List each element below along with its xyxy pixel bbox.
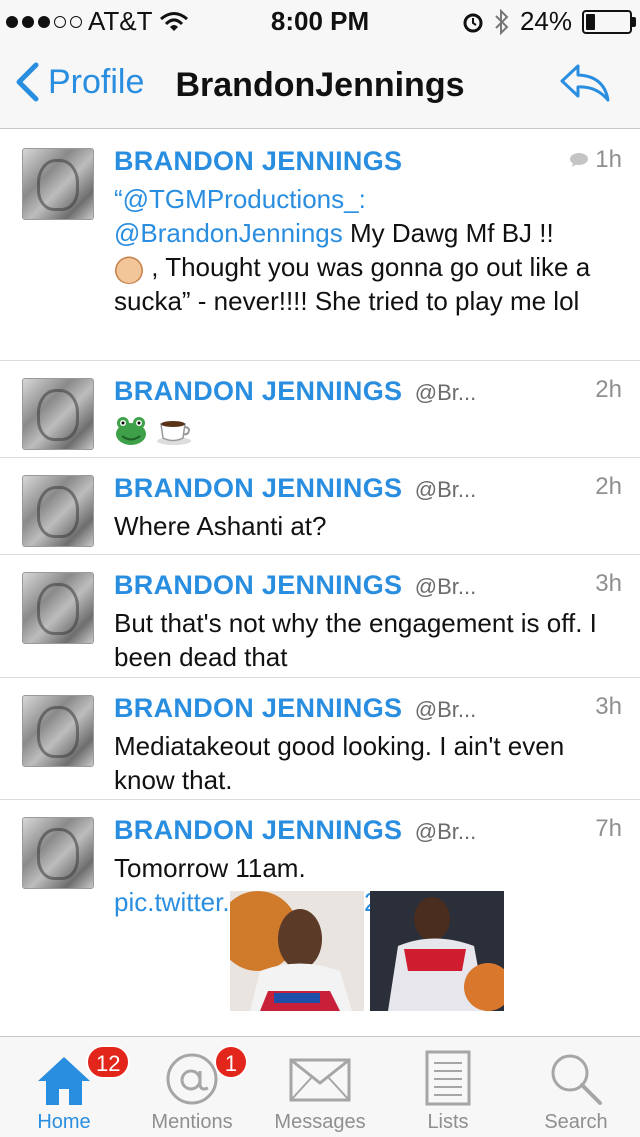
- author-handle: @Br...: [414, 574, 477, 599]
- tweet-text-segment: Tomorrow 11am.: [114, 853, 306, 883]
- coffee-emoji: [157, 421, 192, 446]
- tweet-text: Tomorrow 11am. pic.twitter.com/uSrVQ2s54…: [114, 851, 616, 919]
- lists-icon: [425, 1050, 471, 1106]
- bluetooth-icon: [495, 8, 509, 35]
- mentions-at-icon: [166, 1053, 218, 1105]
- tweet-time: 3h: [595, 693, 622, 720]
- avatar[interactable]: [22, 148, 94, 220]
- media-photo[interactable]: [230, 891, 364, 1011]
- tweet-row[interactable]: BRANDON JENNINGS @Br... 2h: [0, 360, 640, 458]
- avatar[interactable]: [22, 695, 94, 767]
- tweet-text: [114, 412, 616, 447]
- tab-messages[interactable]: Messages: [256, 1037, 384, 1137]
- avatar[interactable]: [22, 572, 94, 644]
- tab-mentions[interactable]: 1 Mentions: [128, 1037, 256, 1137]
- tweet-time: 2h: [595, 473, 622, 500]
- tab-label: Search: [544, 1111, 608, 1133]
- tweet-row[interactable]: BRANDON JENNINGS @Br... 7h Tomorrow 11am…: [0, 799, 640, 1036]
- tweet-text-segment: , Thought you was gonna go out like a su…: [114, 252, 591, 317]
- tab-label: Home: [37, 1111, 91, 1133]
- navigation-bar: Profile BrandonJennings: [0, 40, 640, 129]
- tweet-row[interactable]: BRANDON JENNINGS @Br... 2h Where Ashanti…: [0, 457, 640, 555]
- tweet-time: 7h: [595, 815, 622, 842]
- author-handle: @Br...: [414, 819, 477, 844]
- reply-icon[interactable]: [558, 62, 612, 104]
- tweet-text: Mediatakeout good looking. I ain't even …: [114, 731, 565, 795]
- author-handle: @Br...: [414, 697, 477, 722]
- tweet-text: But that's not why the engagement is off…: [114, 608, 597, 672]
- tab-home[interactable]: 12 Home: [0, 1037, 131, 1137]
- avatar[interactable]: [22, 817, 94, 889]
- page-title: BrandonJennings: [175, 66, 465, 104]
- tab-label: Messages: [274, 1111, 366, 1133]
- battery-percent: 24%: [519, 6, 572, 36]
- tweet-row[interactable]: BRANDON JENNINGS 1h “@TGMProductions_: @…: [0, 130, 640, 361]
- tab-lists[interactable]: Lists: [384, 1037, 512, 1137]
- author-name[interactable]: BRANDON JENNINGS: [114, 693, 402, 723]
- author-name[interactable]: BRANDON JENNINGS: [114, 815, 402, 845]
- home-badge: 12: [86, 1045, 131, 1079]
- tweet-text: “@TGMProductions_: @BrandonJennings My D…: [114, 182, 616, 318]
- raised-fist-emoji: [114, 254, 144, 285]
- tweet-time: 2h: [595, 376, 622, 403]
- author-handle: @Br...: [414, 477, 477, 502]
- tweet-time: 1h: [595, 146, 622, 173]
- tweet-timeline[interactable]: BRANDON JENNINGS 1h “@TGMProductions_: @…: [0, 130, 640, 1036]
- author-name[interactable]: BRANDON JENNINGS: [114, 376, 402, 406]
- mention-link[interactable]: @BrandonJennings: [114, 218, 343, 248]
- tweet-row[interactable]: BRANDON JENNINGS @Br... 3h Mediatakeout …: [0, 677, 640, 800]
- author-name[interactable]: BRANDON JENNINGS: [114, 473, 402, 503]
- avatar[interactable]: [22, 378, 94, 450]
- mention-link[interactable]: “@TGMProductions_:: [114, 184, 366, 214]
- alarm-icon: [463, 13, 483, 32]
- tab-bar: 12 Home 1 Mentions Messages Lists Search: [0, 1036, 640, 1137]
- battery-icon: [582, 9, 636, 34]
- search-icon: [551, 1054, 602, 1105]
- tab-search[interactable]: Search: [512, 1037, 640, 1137]
- author-handle: @Br...: [414, 380, 477, 405]
- comment-bubble-icon: [570, 153, 589, 167]
- media-photo[interactable]: [370, 891, 504, 1011]
- messages-envelope-icon: [289, 1058, 351, 1102]
- avatar[interactable]: [22, 475, 94, 547]
- author-name[interactable]: BRANDON JENNINGS: [114, 570, 402, 600]
- home-icon: [38, 1057, 90, 1105]
- author-name[interactable]: BRANDON JENNINGS: [114, 146, 402, 176]
- mentions-badge: 1: [214, 1045, 248, 1079]
- tweet-text-segment: My Dawg Mf BJ !!: [350, 218, 554, 248]
- frog-emoji: [116, 417, 146, 446]
- tab-label: Lists: [427, 1111, 469, 1133]
- tweet-time: 3h: [595, 570, 622, 597]
- tweet-row[interactable]: BRANDON JENNINGS @Br... 3h But that's no…: [0, 554, 640, 678]
- tweet-text: Where Ashanti at?: [114, 511, 327, 541]
- tab-label: Mentions: [151, 1111, 233, 1133]
- status-bar: AT&T 8:00 PM 24%: [0, 0, 640, 40]
